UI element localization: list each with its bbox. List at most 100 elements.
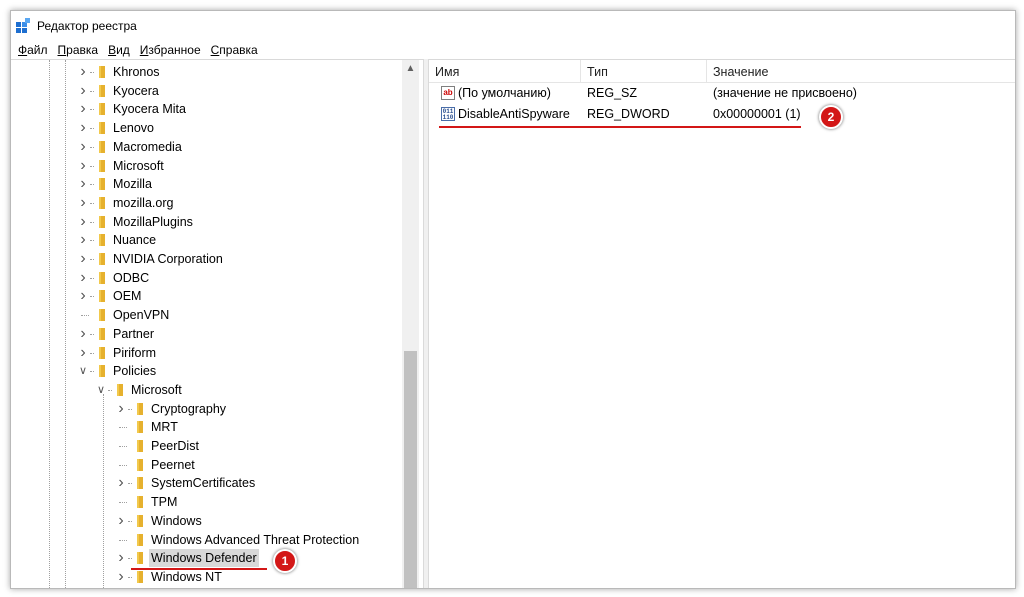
- chevron-right-icon[interactable]: ›: [77, 231, 89, 249]
- tree-item[interactable]: › SystemCertificates: [11, 474, 423, 492]
- tree-item[interactable]: › MozillaPlugins: [11, 213, 423, 231]
- tree-item-label: Nuance: [113, 233, 157, 248]
- tree-item[interactable]: › Windows NT: [11, 568, 423, 586]
- chevron-right-icon[interactable]: ›: [77, 138, 89, 156]
- tree-item[interactable]: › Kyocera Mita: [11, 100, 423, 118]
- menu-help-accel: С: [210, 43, 220, 57]
- tree-item[interactable]: › Windows: [11, 512, 423, 530]
- tree-item-label: Partner: [113, 326, 154, 341]
- tree-item-label: ODBC: [113, 270, 150, 285]
- tree-scrollbar[interactable]: ▲: [402, 60, 419, 588]
- folder-icon: [99, 271, 105, 284]
- tree-item[interactable]: › ODBC: [11, 269, 423, 287]
- tree-item-label: Windows: [151, 513, 202, 528]
- column-header-type[interactable]: Тип: [581, 60, 707, 82]
- tree-connector: [115, 418, 127, 436]
- tree-item[interactable]: MRT: [11, 418, 423, 436]
- scroll-up-arrow-icon[interactable]: ▲: [402, 60, 419, 77]
- chevron-down-icon[interactable]: ∨: [95, 381, 107, 399]
- tree-item[interactable]: › Microsoft: [11, 157, 423, 175]
- string-value-icon: ab: [441, 86, 455, 100]
- chevron-right-icon[interactable]: ›: [77, 119, 89, 137]
- tree-connector-line: [119, 427, 127, 429]
- chevron-right-icon[interactable]: ›: [77, 63, 89, 81]
- menu-view[interactable]: Вид: [104, 43, 134, 57]
- tree-item-label: Windows Advanced Threat Protection: [151, 532, 360, 547]
- chevron-right-icon[interactable]: ›: [77, 325, 89, 343]
- tree-item[interactable]: ∨ Microsoft: [11, 381, 423, 399]
- tree-item[interactable]: › Khronos: [11, 63, 423, 81]
- chevron-right-icon[interactable]: ›: [77, 157, 89, 175]
- menu-help[interactable]: Справка: [207, 43, 262, 57]
- scrollbar-thumb[interactable]: [404, 351, 417, 588]
- chevron-right-icon[interactable]: ›: [77, 213, 89, 231]
- title-bar[interactable]: Редактор реестра: [11, 11, 1015, 41]
- column-header-name[interactable]: Имя: [429, 60, 581, 82]
- menu-favorites[interactable]: Избранное: [136, 43, 205, 57]
- tree-item[interactable]: › Partner: [11, 325, 423, 343]
- tree-item-label: TPM: [151, 495, 178, 510]
- tree-item[interactable]: › Cryptography: [11, 400, 423, 418]
- list-row[interactable]: 011 110 DisableAntiSpyware REG_DWORD 0x00…: [429, 104, 1015, 124]
- chevron-right-icon[interactable]: ›: [115, 512, 127, 530]
- column-header-value[interactable]: Значение: [707, 60, 1015, 82]
- value-data: (значение не присвоено): [713, 86, 857, 100]
- value-type: REG_SZ: [587, 86, 638, 100]
- tree-item-label: Policies: [113, 364, 157, 379]
- folder-icon: [137, 440, 143, 452]
- tree-item[interactable]: › mozilla.org: [11, 194, 423, 212]
- chevron-right-icon[interactable]: ›: [77, 269, 89, 287]
- chevron-down-icon[interactable]: ∨: [77, 362, 89, 380]
- tree-connector: [115, 531, 127, 549]
- tree-item[interactable]: › NVIDIA Corporation: [11, 250, 423, 268]
- folder-icon: [117, 383, 123, 396]
- menu-edit[interactable]: Правка: [54, 43, 103, 57]
- tree-item[interactable]: OpenVPN: [11, 306, 423, 324]
- chevron-right-icon[interactable]: ›: [77, 344, 89, 362]
- chevron-right-icon[interactable]: ›: [115, 400, 127, 418]
- tree-item[interactable]: › Windows Defender: [11, 549, 423, 568]
- folder-icon: [99, 234, 105, 247]
- tree-item[interactable]: Peernet: [11, 456, 423, 474]
- tree-connector-line: [128, 483, 132, 485]
- folder-icon: [99, 122, 105, 135]
- tree-connector: [115, 437, 127, 455]
- menu-help-label: правка: [219, 43, 258, 57]
- tree-item[interactable]: ∨ Policies: [11, 362, 423, 380]
- list-row[interactable]: ab (По умолчанию) REG_SZ (значение не пр…: [429, 83, 1015, 103]
- key-tree-pane[interactable]: › Khronos › Kyocera › Kyocera Mita › Lenovo › Mac…: [11, 59, 423, 588]
- chevron-right-icon[interactable]: ›: [77, 287, 89, 305]
- chevron-right-icon[interactable]: ›: [115, 474, 127, 492]
- tree-connector-line: [81, 315, 89, 317]
- chevron-right-icon[interactable]: ›: [77, 100, 89, 118]
- chevron-right-icon[interactable]: ›: [77, 175, 89, 193]
- folder-icon: [99, 159, 105, 172]
- tree-item[interactable]: Windows Advanced Threat Protection: [11, 531, 423, 549]
- tree-item[interactable]: › Mozilla: [11, 175, 423, 193]
- tree-item[interactable]: › Macromedia: [11, 138, 423, 156]
- values-list-pane[interactable]: Имя Тип Значение ab (По умолчанию) REG_S…: [429, 59, 1015, 588]
- chevron-right-icon[interactable]: ›: [77, 194, 89, 212]
- menu-file[interactable]: Файл: [14, 43, 52, 57]
- tree-item[interactable]: › Kyocera: [11, 82, 423, 100]
- tree-item[interactable]: › Nuance: [11, 231, 423, 249]
- folder-icon: [137, 402, 143, 415]
- tree-connector-line: [119, 464, 127, 466]
- chevron-right-icon[interactable]: ›: [115, 549, 127, 567]
- tree-connector: [115, 456, 127, 474]
- tree-item[interactable]: TPM: [11, 493, 423, 511]
- chevron-right-icon[interactable]: ›: [77, 82, 89, 100]
- tree-item[interactable]: PeerDist: [11, 437, 423, 455]
- folder-icon: [137, 570, 143, 583]
- tree-item-label: mozilla.org: [113, 195, 174, 210]
- tree-item[interactable]: › OEM: [11, 287, 423, 305]
- chevron-right-icon[interactable]: ›: [115, 568, 127, 586]
- chevron-right-icon[interactable]: ›: [77, 250, 89, 268]
- folder-icon: [137, 458, 143, 471]
- folder-icon: [99, 309, 105, 322]
- tree-item-label: Kyocera: [113, 83, 159, 98]
- tree-item[interactable]: › Lenovo: [11, 119, 423, 137]
- tree-item-label: MRT: [151, 420, 178, 435]
- tree-item[interactable]: › Piriform: [11, 344, 423, 362]
- tree-item-label: OpenVPN: [113, 308, 170, 323]
